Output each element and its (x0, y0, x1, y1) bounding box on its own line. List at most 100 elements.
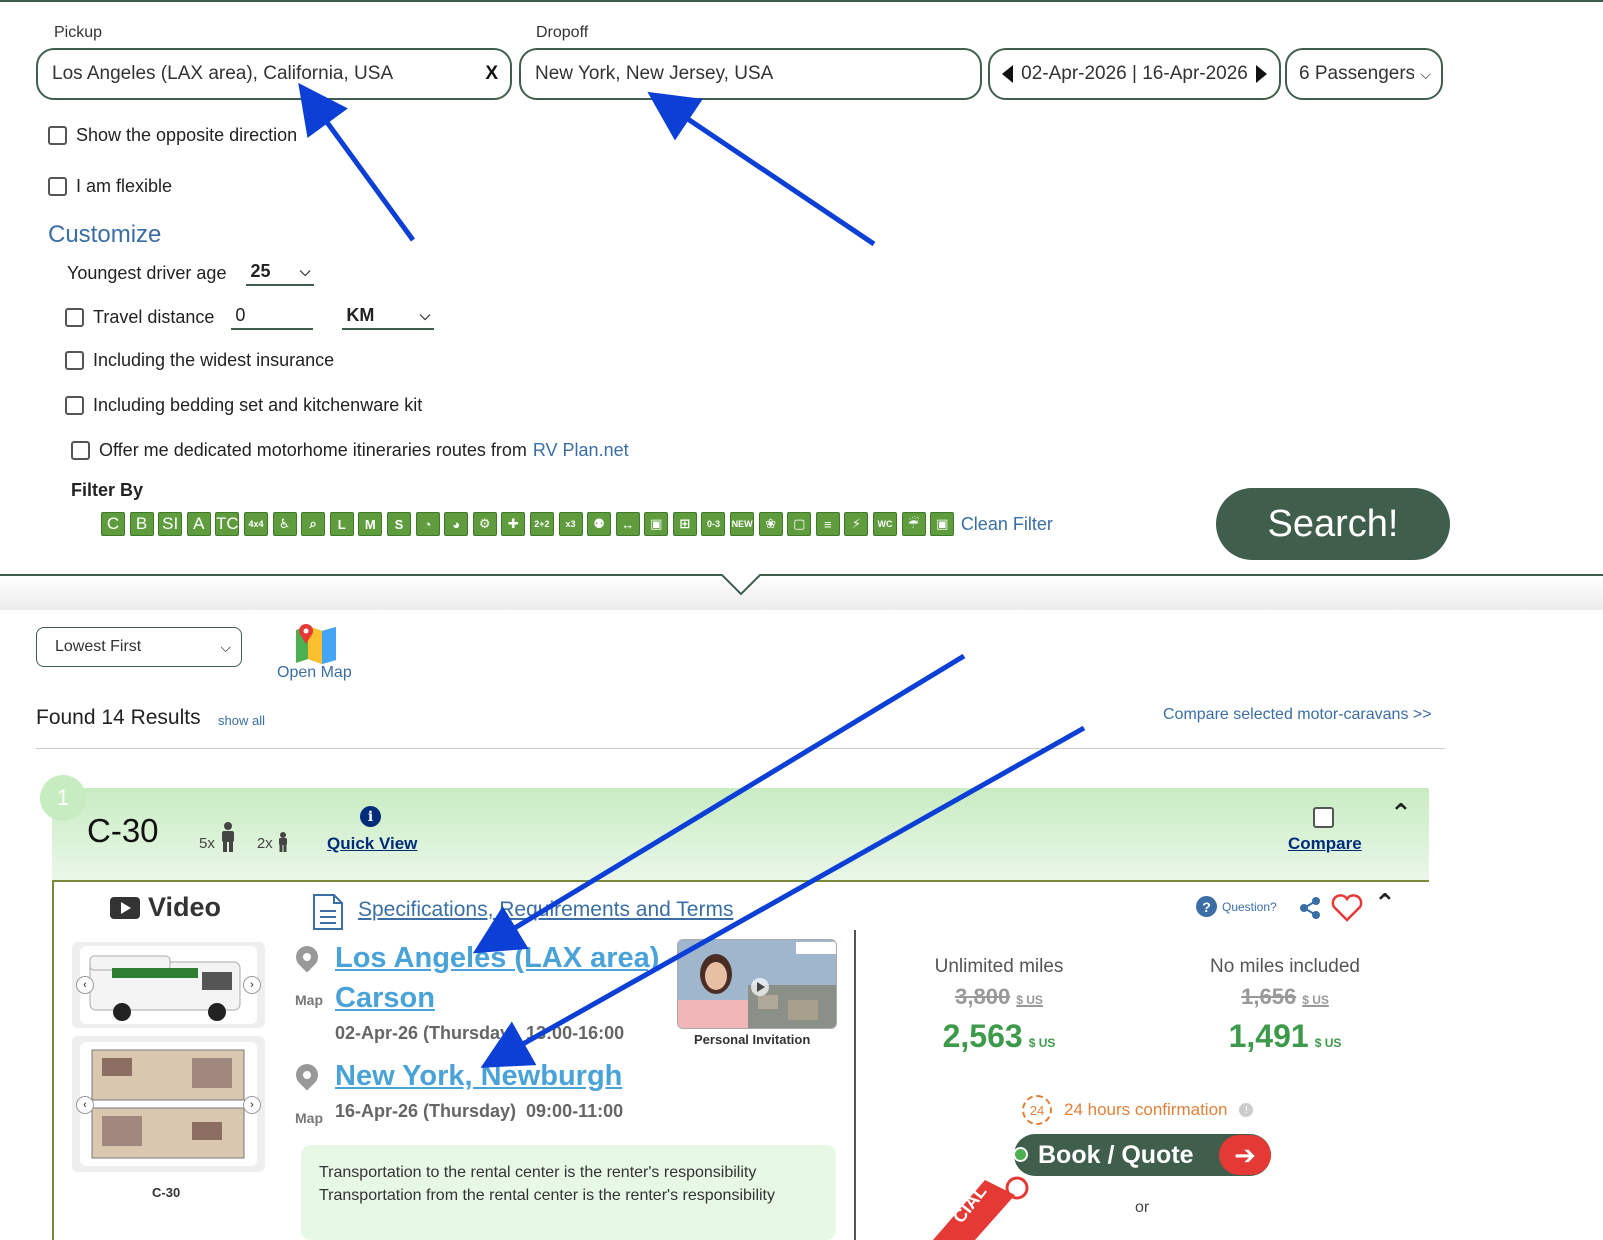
share-icon[interactable] (1298, 896, 1322, 920)
filter-m-icon[interactable]: M (358, 512, 383, 536)
transportation-notice: Transportation to the rental center is t… (301, 1145, 836, 1240)
passengers-value: 6 Passengers (1299, 63, 1414, 84)
collapse-card-icon[interactable]: ⌃ (1390, 798, 1412, 829)
special-ribbon: CIAL (925, 1160, 1035, 1240)
passengers-select[interactable]: 6 Passengers ⌵ (1285, 48, 1443, 100)
filter-search-zoom-icon[interactable]: ⌕ (301, 512, 326, 536)
bedding-checkbox[interactable] (65, 396, 84, 415)
filter-chip-tc[interactable]: TC (215, 512, 240, 536)
compare-checkbox[interactable] (1313, 807, 1334, 828)
show-all-link[interactable]: show all (218, 713, 265, 728)
thumb-prev-icon[interactable]: ‹ (76, 976, 94, 994)
filter-lightning-icon[interactable]: ⚡ (844, 512, 869, 536)
driver-age-row: Youngest driver age 25 ⌵ (67, 261, 315, 286)
pickup-field[interactable]: Los Angeles (LAX area), California, USA … (36, 48, 512, 100)
personal-invitation-video[interactable] (677, 939, 837, 1029)
filter-s-icon[interactable]: S (386, 512, 411, 536)
date-range-field[interactable]: 02-Apr-2026 | 16-Apr-2026 (988, 48, 1281, 100)
floorplan-thumbnail[interactable]: ‹ › (72, 1036, 265, 1172)
flexible-option[interactable]: I am flexible (48, 176, 172, 197)
floorplan-next-icon[interactable]: › (243, 1096, 261, 1114)
favorite-heart-icon[interactable] (1331, 894, 1363, 922)
search-button[interactable]: Search! (1216, 488, 1450, 560)
compare-link[interactable]: Compare (1288, 834, 1362, 854)
filter-0-3-icon[interactable]: 0-3 (701, 512, 726, 536)
filter-chip-si[interactable]: SI (158, 512, 183, 536)
notice-line-1: Transportation to the rental center is t… (319, 1164, 757, 1181)
book-quote-button[interactable]: Book / Quote ➔ (1014, 1134, 1271, 1176)
filter-2+2-icon[interactable]: 2+2 (529, 512, 554, 536)
itineraries-checkbox[interactable] (71, 441, 90, 460)
insurance-option[interactable]: Including the widest insurance (65, 350, 334, 371)
insurance-checkbox[interactable] (65, 351, 84, 370)
quick-view-link[interactable]: Quick View (327, 834, 417, 854)
result-number: 1 (40, 775, 86, 821)
next-date-icon[interactable] (1256, 65, 1267, 83)
dropoff-map-button[interactable]: Map (291, 1059, 323, 1126)
collapse-notch-icon[interactable] (720, 574, 762, 596)
question-button[interactable]: ? Question? (1196, 896, 1277, 917)
opposite-direction-checkbox[interactable] (48, 126, 67, 145)
video-button[interactable]: Video (110, 892, 221, 923)
filter-chip-a[interactable]: A (186, 512, 211, 536)
pickup-branch-link[interactable]: Carson (335, 982, 435, 1015)
filter-bus-2-icon[interactable]: ▣ (930, 512, 955, 536)
pickup-location-link[interactable]: Los Angeles (LAX area) (335, 942, 659, 975)
filter-shower-icon[interactable]: ☔ (901, 512, 926, 536)
travel-distance-row: Travel distance 0 KM ⌵ (65, 305, 435, 330)
travel-distance-checkbox[interactable] (65, 308, 84, 327)
driver-age-select[interactable]: 25 ⌵ (246, 261, 315, 286)
sort-select[interactable]: Lowest First ⌵ (36, 627, 242, 667)
clear-pickup-button[interactable]: X (485, 63, 498, 85)
distance-unit-select[interactable]: KM ⌵ (342, 305, 435, 330)
thumb-next-icon[interactable]: › (243, 976, 261, 994)
dropoff-field[interactable]: New York, New Jersey, USA (519, 48, 982, 100)
pickup-map-button[interactable]: Map (291, 941, 323, 1008)
dropoff-value: New York, New Jersey, USA (535, 63, 774, 84)
filter-wheelchair-icon[interactable]: ♿ (272, 512, 297, 536)
filter-plus-icon[interactable]: ✚ (501, 512, 526, 536)
flexible-label: I am flexible (76, 176, 173, 196)
filter-tv-icon[interactable]: ▢ (787, 512, 812, 536)
exterior-thumbnail[interactable]: ‹ › (72, 942, 265, 1028)
info-icon[interactable]: i (360, 806, 381, 827)
dropoff-location-link[interactable]: New York, Newburgh (335, 1060, 622, 1093)
filter-4x4-icon[interactable]: 4x4 (243, 512, 268, 536)
travel-distance-input[interactable]: 0 (231, 305, 314, 330)
filter-gear-icon[interactable]: ⚙ (472, 512, 497, 536)
customize-title[interactable]: Customize (48, 221, 161, 249)
filter-bus-plus-icon[interactable]: ⊞ (672, 512, 697, 536)
unlimited-miles-title: Unlimited miles (934, 956, 1064, 977)
filter-chip-b[interactable]: B (129, 512, 154, 536)
filter-gauge-2-icon[interactable]: ◕ (444, 512, 469, 536)
filter-gauge-1-icon[interactable]: ◔ (415, 512, 440, 536)
filter-family-icon[interactable]: ⚉ (587, 512, 612, 536)
rvplan-link[interactable]: RV Plan.net (533, 440, 629, 461)
map-pin-icon (291, 941, 323, 973)
prev-date-icon[interactable] (1002, 65, 1013, 83)
filter-paw-icon[interactable]: ❀ (758, 512, 783, 536)
info-hint-icon[interactable]: ! (1239, 1103, 1254, 1117)
bedding-option[interactable]: Including bedding set and kitchenware ki… (65, 395, 422, 416)
thumbnail-caption: C-30 (152, 1185, 181, 1200)
clean-filter-link[interactable]: Clean Filter (961, 514, 1053, 535)
itineraries-option[interactable]: Offer me dedicated motorhome itineraries… (71, 440, 629, 461)
filter-l-icon[interactable]: L (329, 512, 354, 536)
filter-chip-c[interactable]: C (101, 512, 125, 536)
dropoff-datetime: 16-Apr-26 (Thursday) 09:00-11:00 (335, 1101, 624, 1121)
open-map-link[interactable]: Open Map (277, 664, 352, 682)
opposite-direction-option[interactable]: Show the opposite direction (48, 125, 297, 146)
collapse-details-icon[interactable]: ⌃ (1374, 888, 1396, 919)
filter-bed-icon[interactable]: ≡ (815, 512, 840, 536)
flexible-checkbox[interactable] (48, 177, 67, 196)
specs-link[interactable]: Specifications, Requirements and Terms (358, 898, 733, 922)
floorplan-prev-icon[interactable]: ‹ (76, 1096, 94, 1114)
filter-width-icon[interactable]: ↔ (615, 512, 640, 536)
filter-new-icon[interactable]: NEW (730, 512, 755, 536)
compare-selected-link[interactable]: Compare selected motor-caravans >> (1163, 706, 1432, 724)
filter-bus-1-icon[interactable]: ▣ (644, 512, 669, 536)
dropoff-label: Dropoff (536, 24, 589, 41)
filter-wc-icon[interactable]: WC (873, 512, 898, 536)
map-icon[interactable] (293, 622, 339, 664)
filter-x3-icon[interactable]: x3 (558, 512, 583, 536)
